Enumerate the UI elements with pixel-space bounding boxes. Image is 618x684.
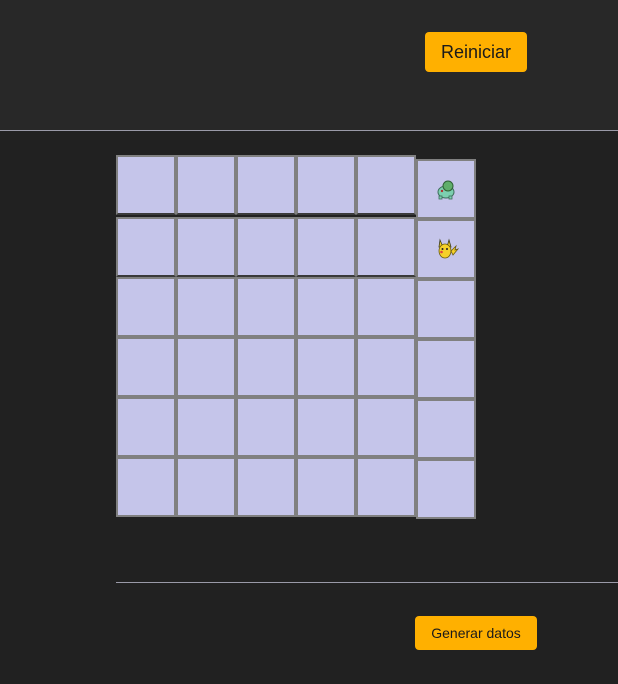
footer-divider: [116, 582, 618, 583]
board-cell[interactable]: [416, 159, 476, 219]
board-cell[interactable]: [236, 277, 296, 337]
board-cell[interactable]: [116, 217, 176, 277]
board-cell[interactable]: [416, 279, 476, 339]
board-cell[interactable]: [356, 337, 416, 397]
board-cell[interactable]: [176, 277, 236, 337]
board-cell[interactable]: [176, 397, 236, 457]
board-cell[interactable]: [116, 337, 176, 397]
reset-button[interactable]: Reiniciar: [425, 32, 527, 72]
board-cell[interactable]: [296, 217, 356, 277]
board-cell[interactable]: [236, 457, 296, 517]
board-cell[interactable]: [296, 155, 356, 215]
board-cell[interactable]: [116, 397, 176, 457]
board-cell[interactable]: [176, 155, 236, 215]
board-cell[interactable]: [176, 337, 236, 397]
board-cell[interactable]: [296, 337, 356, 397]
generate-data-button[interactable]: Generar datos: [415, 616, 537, 650]
game-board: [116, 155, 476, 519]
board-cell[interactable]: [356, 155, 416, 215]
board-cell[interactable]: [236, 217, 296, 277]
board-cell[interactable]: [356, 457, 416, 517]
board-cell[interactable]: [236, 397, 296, 457]
board-cell[interactable]: [236, 155, 296, 215]
board-cell[interactable]: [356, 277, 416, 337]
board-cell[interactable]: [176, 457, 236, 517]
board-cell[interactable]: [296, 457, 356, 517]
board-cell[interactable]: [416, 459, 476, 519]
bulbasaur-icon: [437, 180, 455, 200]
board-cell[interactable]: [236, 337, 296, 397]
board-cell[interactable]: [296, 277, 356, 337]
board-cell[interactable]: [296, 397, 356, 457]
board-cell[interactable]: [416, 219, 476, 279]
pikachu-icon: [438, 239, 459, 259]
board-cell[interactable]: [116, 277, 176, 337]
header-bar: Reiniciar: [0, 0, 618, 131]
board-cell[interactable]: [116, 155, 176, 215]
board-cell[interactable]: [356, 397, 416, 457]
board-cell[interactable]: [416, 339, 476, 399]
board-cell[interactable]: [176, 217, 236, 277]
board-cell[interactable]: [356, 217, 416, 277]
board-cell[interactable]: [416, 399, 476, 459]
board-cell[interactable]: [116, 457, 176, 517]
